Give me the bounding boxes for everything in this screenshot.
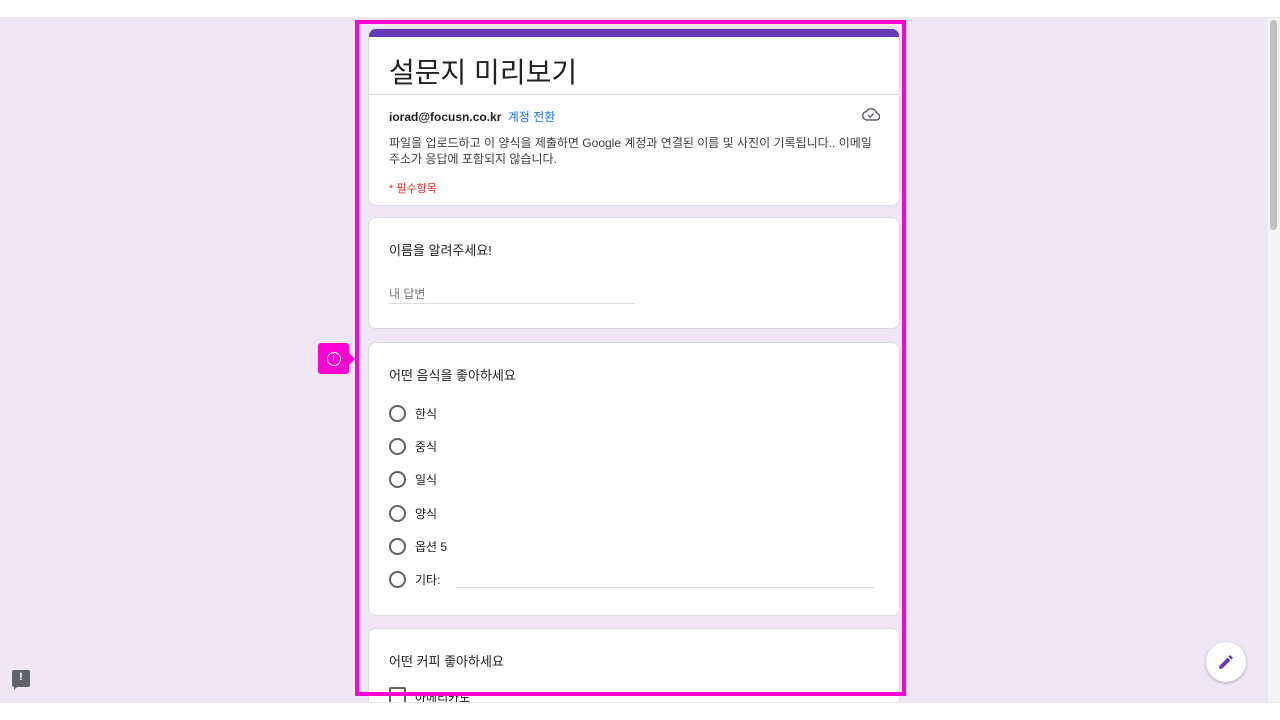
browser-bottom-bar bbox=[0, 702, 1280, 720]
scroll-thumb[interactable] bbox=[1270, 20, 1277, 230]
radio-option[interactable]: 양식 bbox=[389, 503, 437, 523]
required-note: * 필수항목 bbox=[389, 183, 437, 195]
account-notice: 파일을 업로드하고 이 양식을 제출하면 Google 계정과 연결된 이름 및… bbox=[389, 136, 872, 166]
radio-option[interactable]: 중식 bbox=[389, 436, 437, 456]
question-title: 이름을 알려주세요! bbox=[389, 243, 492, 258]
question-card-name: 이름을 알려주세요! 내 답변 bbox=[368, 217, 900, 329]
radio-option[interactable]: 옵션 5 bbox=[389, 536, 447, 556]
radio-button[interactable] bbox=[389, 504, 406, 522]
info-icon: i bbox=[326, 351, 341, 366]
option-label: 일식 bbox=[415, 472, 438, 487]
feedback-icon[interactable]: ! bbox=[12, 670, 30, 687]
cloud-done-icon[interactable] bbox=[862, 107, 880, 121]
option-label: 기타: bbox=[415, 572, 441, 587]
option-label: 양식 bbox=[415, 506, 438, 521]
answer-underline bbox=[389, 303, 635, 304]
account-email: iorad@focusn.co.kr bbox=[389, 110, 502, 124]
answer-input[interactable]: 내 답변 bbox=[389, 285, 425, 302]
radio-button[interactable] bbox=[389, 437, 406, 455]
checkbox-label: 아메리카노 bbox=[415, 691, 471, 702]
question-card-coffee: 어떤 커피 좋아하세요 아메리카노 bbox=[368, 628, 900, 702]
question-title: 어떤 음식을 좋아하세요 bbox=[389, 368, 516, 383]
scrollbar[interactable] bbox=[1268, 18, 1280, 702]
form-scroll-area[interactable]: 설문지 미리보기 iorad@focusn.co.kr 계정 전환 파일을 업로… bbox=[0, 18, 1268, 702]
header-divider bbox=[369, 94, 899, 95]
feedback-icon-tail bbox=[14, 686, 18, 690]
option-label: 한식 bbox=[415, 406, 438, 421]
tag-pointer bbox=[349, 353, 355, 365]
question-title: 어떤 커피 좋아하세요 bbox=[389, 654, 504, 669]
switch-account-link[interactable]: 계정 전환 bbox=[508, 110, 556, 124]
radio-button[interactable] bbox=[389, 537, 406, 555]
radio-button[interactable] bbox=[389, 404, 406, 422]
header-accent-bar bbox=[369, 29, 899, 37]
other-text-input[interactable] bbox=[456, 587, 874, 588]
radio-option-other[interactable]: 기타: bbox=[389, 569, 440, 589]
radio-option[interactable]: 일식 bbox=[389, 469, 437, 489]
form-title: 설문지 미리보기 bbox=[389, 57, 578, 88]
form-header-card: 설문지 미리보기 iorad@focusn.co.kr 계정 전환 파일을 업로… bbox=[368, 28, 900, 206]
account-line: iorad@focusn.co.kr 계정 전환 bbox=[389, 108, 555, 125]
radio-button[interactable] bbox=[389, 570, 406, 588]
edit-button[interactable] bbox=[1206, 642, 1246, 682]
radio-option[interactable]: 한식 bbox=[389, 403, 437, 423]
option-label: 중식 bbox=[415, 439, 438, 454]
edit-pencil-icon bbox=[1219, 655, 1233, 669]
question-card-food: 어떤 음식을 좋아하세요 한식 중식 일식 양식 옵션 5 기타: bbox=[368, 342, 900, 616]
option-label: 옵션 5 bbox=[415, 539, 448, 554]
checkbox[interactable] bbox=[389, 687, 406, 702]
info-tag[interactable]: i bbox=[318, 343, 349, 374]
radio-button[interactable] bbox=[389, 470, 406, 488]
browser-top-bar bbox=[0, 0, 1280, 18]
